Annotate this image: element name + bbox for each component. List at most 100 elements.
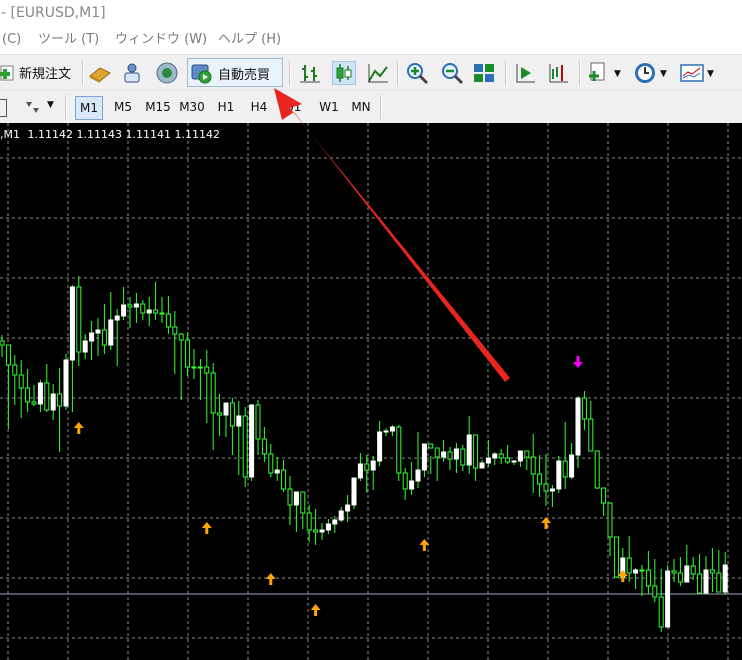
chart-symbol-timeframe: ,M1 — [0, 128, 20, 141]
templates-icon[interactable] — [680, 61, 704, 85]
sell-signal-arrow-down — [573, 356, 583, 368]
candle-body — [677, 572, 683, 583]
buy-signal-arrow-up — [73, 422, 84, 434]
candle-body — [364, 463, 370, 471]
chevron-down-icon[interactable]: ▼ — [47, 100, 54, 110]
periods-clock-icon[interactable] — [633, 61, 657, 85]
candle-body — [473, 434, 479, 469]
candle-body — [89, 332, 95, 342]
candle-body — [255, 404, 261, 440]
buy-signal-arrow-up — [310, 604, 321, 616]
cursor-tool-icon[interactable] — [0, 99, 7, 117]
tile-windows-icon[interactable] — [472, 61, 496, 85]
price-chart-area[interactable] — [0, 123, 742, 660]
candle-body — [191, 366, 197, 369]
timeframe-d1[interactable]: D1 — [279, 96, 307, 118]
candle-body — [441, 451, 447, 458]
buy-signal-arrow-up — [617, 570, 628, 582]
zoom-in-icon[interactable] — [405, 61, 429, 85]
chart-header: ,M1 1.11142 1.11143 1.11141 1.11142 — [0, 128, 220, 141]
candle-body — [345, 504, 351, 512]
candle-body — [575, 397, 581, 456]
candle-body — [153, 309, 159, 314]
candle-body — [524, 450, 530, 458]
chevron-down-icon[interactable]: ▼ — [660, 69, 667, 79]
candle-body — [37, 382, 43, 405]
candle-body — [178, 333, 184, 341]
price-chart[interactable] — [0, 123, 742, 660]
candle-body — [82, 340, 88, 353]
menu-item-tools[interactable]: ツール (T) — [38, 26, 99, 54]
navigator-icon[interactable] — [120, 61, 144, 85]
candle-body — [421, 443, 427, 471]
candle-body — [434, 447, 440, 458]
terminal-icon[interactable] — [155, 61, 179, 85]
candlestick-icon[interactable] — [332, 61, 356, 85]
toolbar-separator — [289, 61, 291, 85]
candle-body — [537, 473, 543, 485]
candle-body — [549, 488, 555, 492]
candle-body — [453, 448, 459, 460]
autotrade-icon — [191, 64, 212, 84]
candle-body — [287, 488, 293, 506]
timeframe-h1[interactable]: H1 — [212, 96, 240, 118]
chevron-down-icon[interactable]: ▼ — [707, 69, 714, 79]
menu-item-window[interactable]: ウィンドウ (W) — [115, 26, 207, 54]
candle-body — [5, 344, 11, 366]
market-watch-icon[interactable] — [88, 61, 112, 85]
indicators-icon[interactable] — [588, 61, 612, 85]
menu-item-chart[interactable]: (C) — [2, 26, 21, 54]
candle-body — [665, 570, 671, 628]
autoscroll-icon[interactable] — [513, 61, 537, 85]
toolbar-separator — [380, 95, 382, 119]
timeframe-m5[interactable]: M5 — [109, 96, 137, 118]
candle-body — [31, 401, 37, 405]
candle-body — [140, 303, 146, 314]
menu-item-help[interactable]: ヘルプ (H) — [218, 26, 281, 54]
timeframe-w1[interactable]: W1 — [315, 96, 343, 118]
candle-body — [249, 404, 255, 478]
candle-body — [460, 448, 466, 466]
timeframe-mn[interactable]: MN — [347, 96, 375, 118]
candle-body — [716, 572, 722, 593]
candle-body — [709, 569, 715, 574]
candle-body — [402, 472, 408, 490]
new-order-button[interactable]: 新規注文 — [0, 58, 71, 86]
candle-body — [44, 382, 50, 411]
candle-body — [479, 462, 485, 469]
candle-body — [204, 366, 210, 374]
candle-body — [498, 453, 504, 459]
bar-chart-icon[interactable] — [298, 61, 322, 85]
candle-body — [25, 387, 31, 403]
candle-body — [261, 438, 267, 455]
candle-body — [165, 313, 171, 328]
candle-body — [57, 393, 63, 407]
toolbar-separator — [82, 61, 84, 85]
candle-body — [409, 480, 415, 490]
candle-body — [601, 487, 607, 504]
chart-shift-icon[interactable] — [546, 61, 570, 85]
candle-body — [229, 402, 235, 427]
candle-body — [12, 364, 18, 376]
timeframe-h4[interactable]: H4 — [245, 96, 273, 118]
timeframe-m15[interactable]: M15 — [142, 96, 174, 118]
timeframe-m1[interactable]: M1 — [75, 96, 103, 120]
timeframe-m30[interactable]: M30 — [176, 96, 208, 118]
candle-body — [466, 434, 472, 466]
candle-body — [300, 491, 306, 514]
autotrade-button[interactable]: 自動売買 — [187, 58, 283, 87]
candle-body — [108, 319, 114, 346]
candle-body — [556, 460, 562, 490]
candle-body — [133, 303, 139, 308]
candle-body — [236, 415, 242, 427]
chevron-down-icon[interactable]: ▼ — [614, 69, 621, 79]
candle-body — [313, 529, 319, 533]
line-chart-icon[interactable] — [366, 61, 390, 85]
objects-icon[interactable] — [23, 98, 45, 116]
candle-body — [306, 512, 312, 531]
zoom-out-icon[interactable] — [440, 61, 464, 85]
window-title: - [EURUSD,M1] — [1, 5, 106, 21]
timeframe-toolbar: ▼ M1 M5 M15 M30 H1 H4 D1 W1 MN — [0, 90, 742, 123]
candle-body — [357, 463, 363, 479]
candle-body — [671, 570, 677, 574]
